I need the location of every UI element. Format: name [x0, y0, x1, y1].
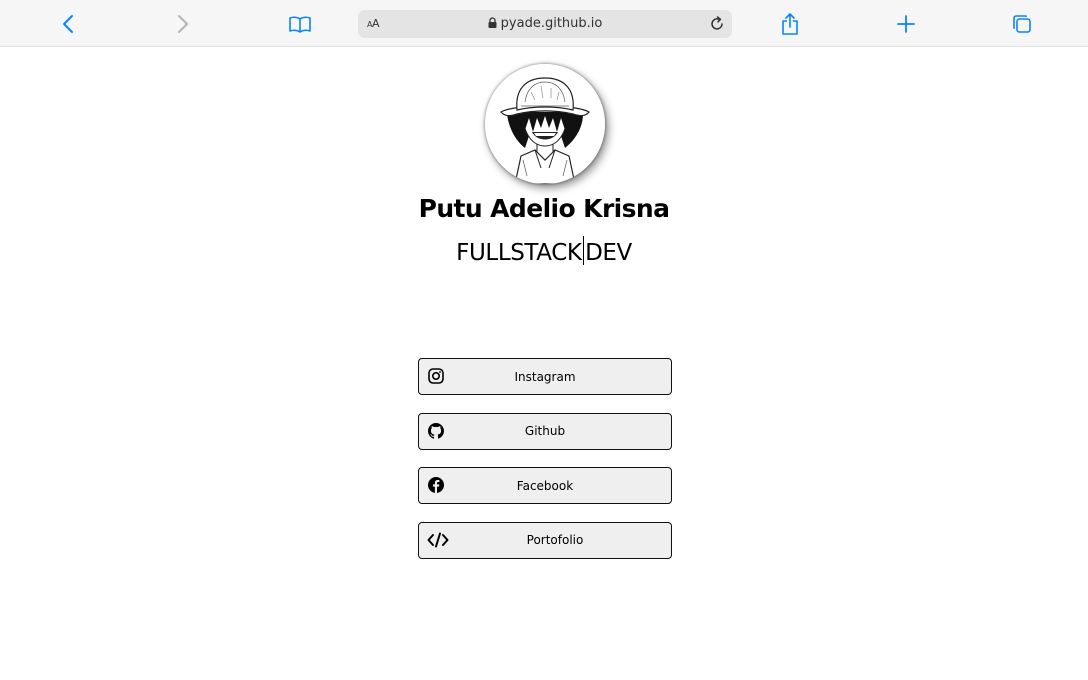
new-tab-button[interactable]	[891, 9, 921, 39]
link-label: Github	[524, 424, 566, 438]
bookmarks-button[interactable]	[285, 9, 315, 39]
github-icon	[428, 422, 444, 439]
share-icon	[782, 13, 798, 35]
forward-icon	[178, 15, 188, 33]
back-button[interactable]	[53, 9, 83, 39]
instagram-link-button[interactable]: Instagram	[418, 358, 672, 395]
portfolio-link-button[interactable]: Portofolio	[418, 521, 672, 559]
reader-icon	[289, 16, 311, 33]
url-text: pyade.github.io	[500, 16, 603, 31]
manga-character-illustration	[485, 64, 605, 184]
lock-icon	[488, 17, 497, 28]
profile-name: Putu Adelio Krisna	[418, 194, 670, 223]
reload-icon[interactable]	[708, 15, 726, 33]
share-button[interactable]	[775, 9, 805, 39]
back-icon	[63, 15, 73, 33]
tabs-overview-button[interactable]	[1007, 9, 1037, 39]
browser-toolbar: AA pyade.github.io	[0, 0, 1088, 47]
url-display[interactable]: pyade.github.io	[358, 16, 732, 31]
profile-avatar	[485, 64, 605, 184]
instagram-icon	[428, 368, 444, 384]
link-label: Portofolio	[526, 533, 584, 547]
address-bar[interactable]: AA pyade.github.io	[358, 10, 732, 38]
link-label: Facebook	[516, 478, 574, 493]
link-label: Instagram	[514, 369, 576, 384]
github-link-button[interactable]: Github	[418, 412, 672, 450]
new-tab-icon	[897, 15, 915, 33]
tabs-icon	[1013, 15, 1031, 33]
forward-button[interactable]	[168, 9, 198, 39]
facebook-link-button[interactable]: Facebook	[418, 467, 672, 504]
typing-cursor	[582, 236, 585, 265]
role-right-text: DEV	[585, 240, 632, 266]
link-list: Instagram Github Facebook Portofolio	[418, 358, 672, 576]
role-left-text: FULLSTACK	[456, 240, 582, 266]
profile-role: FULLSTACK DEV	[0, 236, 1088, 266]
code-icon	[427, 532, 449, 547]
facebook-icon	[428, 477, 444, 493]
